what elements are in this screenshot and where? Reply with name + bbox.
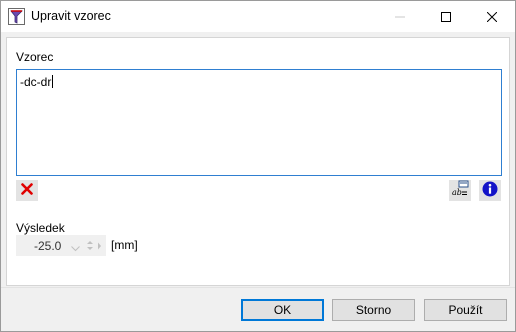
delete-formula-button[interactable] (16, 180, 38, 201)
formula-text: -dc-dr (20, 75, 52, 89)
info-button[interactable] (479, 180, 501, 201)
spin-arrows-icon (85, 238, 105, 257)
ok-button[interactable]: OK (241, 299, 324, 321)
footer-divider (1, 287, 515, 288)
result-label: Výsledek (16, 221, 65, 235)
svg-text:ab: ab (452, 188, 462, 197)
insert-function-button[interactable]: ab (449, 180, 471, 201)
red-x-icon (21, 183, 33, 198)
formula-input[interactable]: -dc-dr (16, 69, 502, 176)
result-value: -25.0 (34, 239, 62, 253)
window-title: Upravit vzorec (31, 9, 111, 23)
result-field: -25.0 (16, 235, 106, 256)
content-panel: Vzorec -dc-dr ab Výsledek -25.0 [mm] (6, 37, 510, 286)
text-caret (52, 75, 54, 88)
close-button[interactable] (469, 1, 515, 32)
title-bar: Upravit vzorec (1, 1, 515, 32)
dialog-footer: OK Storno Použít (1, 287, 515, 331)
dialog-window: Upravit vzorec Vzorec -dc-dr ab Výsledek… (0, 0, 516, 332)
result-unit: [mm] (111, 238, 138, 252)
ab-function-icon: ab (450, 180, 470, 201)
formula-label: Vzorec (16, 50, 54, 64)
apply-button[interactable]: Použít (424, 299, 507, 321)
minimize-button[interactable] (377, 1, 423, 32)
info-icon (482, 181, 498, 200)
cancel-button[interactable]: Storno (332, 299, 415, 321)
formula-app-icon (8, 8, 25, 25)
chevron-down-icon (71, 241, 80, 255)
maximize-button[interactable] (423, 1, 469, 32)
